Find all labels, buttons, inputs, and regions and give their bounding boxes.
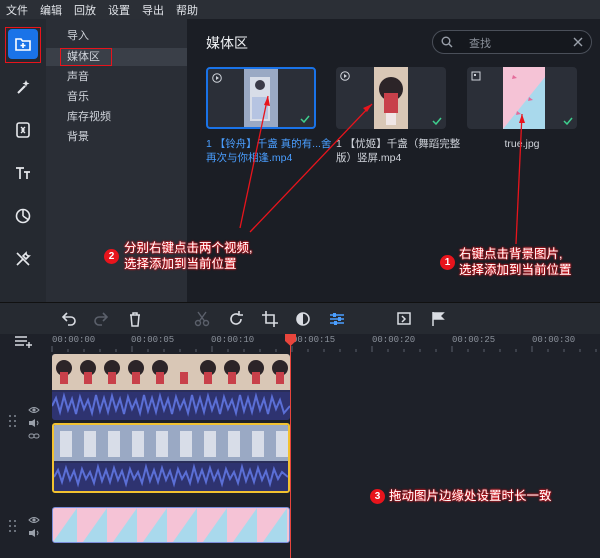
video-clip-2[interactable] <box>52 423 290 493</box>
arrow-to-image <box>515 113 523 245</box>
playhead-handle[interactable] <box>285 334 296 346</box>
crop-icon[interactable] <box>261 310 279 328</box>
cut-icon[interactable] <box>193 310 211 328</box>
tick-label: 00:00:05 <box>131 335 175 345</box>
image-clip-frames <box>53 508 287 542</box>
annotation-badge-2: 2 <box>104 249 119 264</box>
link-icon[interactable] <box>28 431 40 441</box>
video-clip-1-frames <box>52 354 290 420</box>
annotation-badge-1: 1 <box>440 255 455 270</box>
speaker-icon[interactable] <box>28 528 40 538</box>
video-clip-2-frames <box>54 425 288 491</box>
arrow-to-video-1 <box>239 95 269 229</box>
eye-icon[interactable] <box>28 405 40 415</box>
playhead[interactable] <box>290 334 291 558</box>
color-adjust-icon[interactable] <box>294 310 312 328</box>
delete-icon[interactable] <box>126 310 144 328</box>
drag-handle-icon[interactable] <box>8 414 18 428</box>
marker-flag-icon[interactable] <box>429 310 447 328</box>
tick-label: 00:00:30 <box>532 335 576 345</box>
eye-icon[interactable] <box>28 515 40 525</box>
undo-icon[interactable] <box>60 310 78 328</box>
timeline-ruler[interactable]: 00:00:00 00:00:05 00:00:10 00:00:15 00:0… <box>0 334 600 352</box>
tick-label: 00:00:10 <box>211 335 255 345</box>
annotation-text-1: 右键点击背景图片, 选择添加到当前位置 <box>459 247 572 277</box>
arrow-to-video-2 <box>249 103 373 233</box>
rotate-icon[interactable] <box>227 310 245 328</box>
redo-icon[interactable] <box>92 310 110 328</box>
tick-label: 00:00:25 <box>452 335 496 345</box>
export-frame-icon[interactable] <box>395 310 413 328</box>
tick-label: 00:00:20 <box>372 335 416 345</box>
annotation-text-2: 分别右键点击两个视频, 选择添加到当前位置 <box>124 241 253 271</box>
tick-label: 00:00:15 <box>292 335 336 345</box>
clip-properties-icon[interactable] <box>328 310 346 328</box>
annotation-text-3: 拖动图片边缘处设置时长一致 <box>389 489 552 503</box>
tick-label: 00:00:00 <box>52 335 96 345</box>
image-clip[interactable] <box>52 507 290 543</box>
timeline-toolbar <box>0 302 600 335</box>
drag-handle-icon[interactable] <box>8 519 18 533</box>
annotation-badge-3: 3 <box>370 489 385 504</box>
track-headers <box>0 352 50 558</box>
video-clip-1[interactable] <box>52 354 290 420</box>
add-track-icon[interactable] <box>14 334 34 348</box>
speaker-icon[interactable] <box>28 418 40 428</box>
